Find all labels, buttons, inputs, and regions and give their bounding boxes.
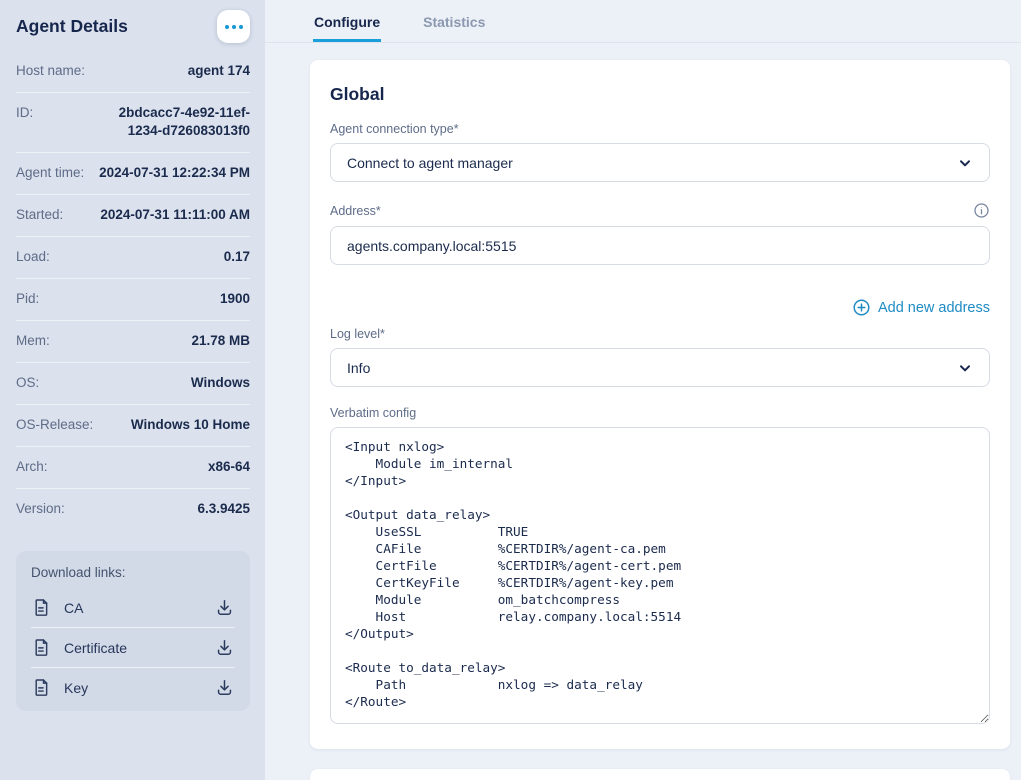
verbatim-config-group: Verbatim config <Input nxlog> Module im_… xyxy=(330,406,990,729)
download-certificate-button[interactable] xyxy=(215,638,234,657)
global-config-card: Global Agent connection type* Connect to… xyxy=(310,60,1010,749)
section-heading: Global xyxy=(330,84,990,105)
agent-details-sidebar: Agent Details Host name: agent 174 ID: 2… xyxy=(0,0,265,780)
plus-circle-icon xyxy=(852,298,871,317)
detail-row-id: ID: 2bdcacc7-4e92-11ef-1234-d726083013f0 xyxy=(16,93,250,153)
download-item-label: Key xyxy=(64,680,202,696)
main-content: Configure Statistics Global Agent connec… xyxy=(265,0,1021,780)
download-row-key: Key xyxy=(31,668,235,707)
chevron-down-icon xyxy=(957,360,973,376)
download-links-title: Download links: xyxy=(31,563,235,588)
detail-value: Windows xyxy=(191,374,250,392)
download-row-ca: CA xyxy=(31,588,235,628)
chevron-down-icon xyxy=(957,155,973,171)
download-key-button[interactable] xyxy=(215,678,234,697)
address-label: Address* xyxy=(330,204,381,218)
detail-value: 2024-07-31 12:22:34 PM xyxy=(99,164,250,182)
more-icon xyxy=(239,25,243,29)
tab-statistics[interactable]: Statistics xyxy=(422,0,486,42)
detail-value: 2bdcacc7-4e92-11ef-1234-d726083013f0 xyxy=(92,104,250,140)
file-icon xyxy=(32,638,51,657)
log-level-value: Info xyxy=(347,360,370,376)
connection-type-select[interactable]: Connect to agent manager xyxy=(330,143,990,182)
detail-label: Host name: xyxy=(16,62,85,80)
address-input[interactable] xyxy=(330,226,990,265)
detail-row-agent-time: Agent time: 2024-07-31 12:22:34 PM xyxy=(16,153,250,195)
detail-value: 0.17 xyxy=(224,248,250,266)
log-level-label: Log level* xyxy=(330,327,990,341)
more-actions-button[interactable] xyxy=(217,10,250,43)
detail-value: 1900 xyxy=(220,290,250,308)
detail-value: Windows 10 Home xyxy=(131,416,250,434)
file-icon xyxy=(32,678,51,697)
verbatim-config-textarea[interactable]: <Input nxlog> Module im_internal </Input… xyxy=(330,427,990,724)
more-icon xyxy=(232,25,236,29)
connection-type-group: Agent connection type* Connect to agent … xyxy=(330,122,990,182)
detail-value: 2024-07-31 11:11:00 AM xyxy=(100,206,250,224)
detail-value: agent 174 xyxy=(188,62,250,80)
detail-label: ID: xyxy=(16,104,33,122)
detail-label: Mem: xyxy=(16,332,50,350)
detail-row-pid: Pid: 1900 xyxy=(16,279,250,321)
tab-configure[interactable]: Configure xyxy=(313,0,381,42)
verbatim-config-label: Verbatim config xyxy=(330,406,990,420)
detail-row-mem: Mem: 21.78 MB xyxy=(16,321,250,363)
detail-row-os: OS: Windows xyxy=(16,363,250,405)
download-ca-button[interactable] xyxy=(215,598,234,617)
detail-row-hostname: Host name: agent 174 xyxy=(16,51,250,93)
detail-row-version: Version: 6.3.9425 xyxy=(16,489,250,530)
detail-label: Started: xyxy=(16,206,63,224)
more-icon xyxy=(225,25,229,29)
detail-label: Load: xyxy=(16,248,50,266)
detail-value: 21.78 MB xyxy=(191,332,250,350)
download-row-certificate: Certificate xyxy=(31,628,235,668)
detail-label: OS-Release: xyxy=(16,416,93,434)
connection-type-value: Connect to agent manager xyxy=(347,155,513,171)
file-icon xyxy=(32,598,51,617)
add-new-address-button[interactable]: Add new address xyxy=(852,298,990,317)
sidebar-header: Agent Details xyxy=(16,10,250,43)
download-links-panel: Download links: CA xyxy=(16,551,250,711)
download-item-label: Certificate xyxy=(64,640,202,656)
detail-label: Agent time: xyxy=(16,164,84,182)
add-address-row: Add new address xyxy=(330,298,990,317)
tab-bar: Configure Statistics xyxy=(265,0,1021,43)
sidebar-title: Agent Details xyxy=(16,16,128,37)
log-level-select[interactable]: Info xyxy=(330,348,990,387)
add-new-address-label: Add new address xyxy=(878,300,990,316)
configure-panel: Global Agent connection type* Connect to… xyxy=(265,43,1021,780)
next-section-card xyxy=(310,769,1010,780)
download-item-label: CA xyxy=(64,600,202,616)
info-icon[interactable] xyxy=(973,202,990,219)
detail-label: Version: xyxy=(16,500,65,518)
detail-row-arch: Arch: x86-64 xyxy=(16,447,250,489)
detail-row-load: Load: 0.17 xyxy=(16,237,250,279)
detail-value: 6.3.9425 xyxy=(197,500,250,518)
detail-label: Pid: xyxy=(16,290,39,308)
detail-label: Arch: xyxy=(16,458,48,476)
detail-value: x86-64 xyxy=(208,458,250,476)
detail-row-os-release: OS-Release: Windows 10 Home xyxy=(16,405,250,447)
connection-type-label: Agent connection type* xyxy=(330,122,990,136)
detail-label: OS: xyxy=(16,374,39,392)
detail-row-started: Started: 2024-07-31 11:11:00 AM xyxy=(16,195,250,237)
address-group: Address* xyxy=(330,202,990,265)
log-level-group: Log level* Info xyxy=(330,327,990,387)
